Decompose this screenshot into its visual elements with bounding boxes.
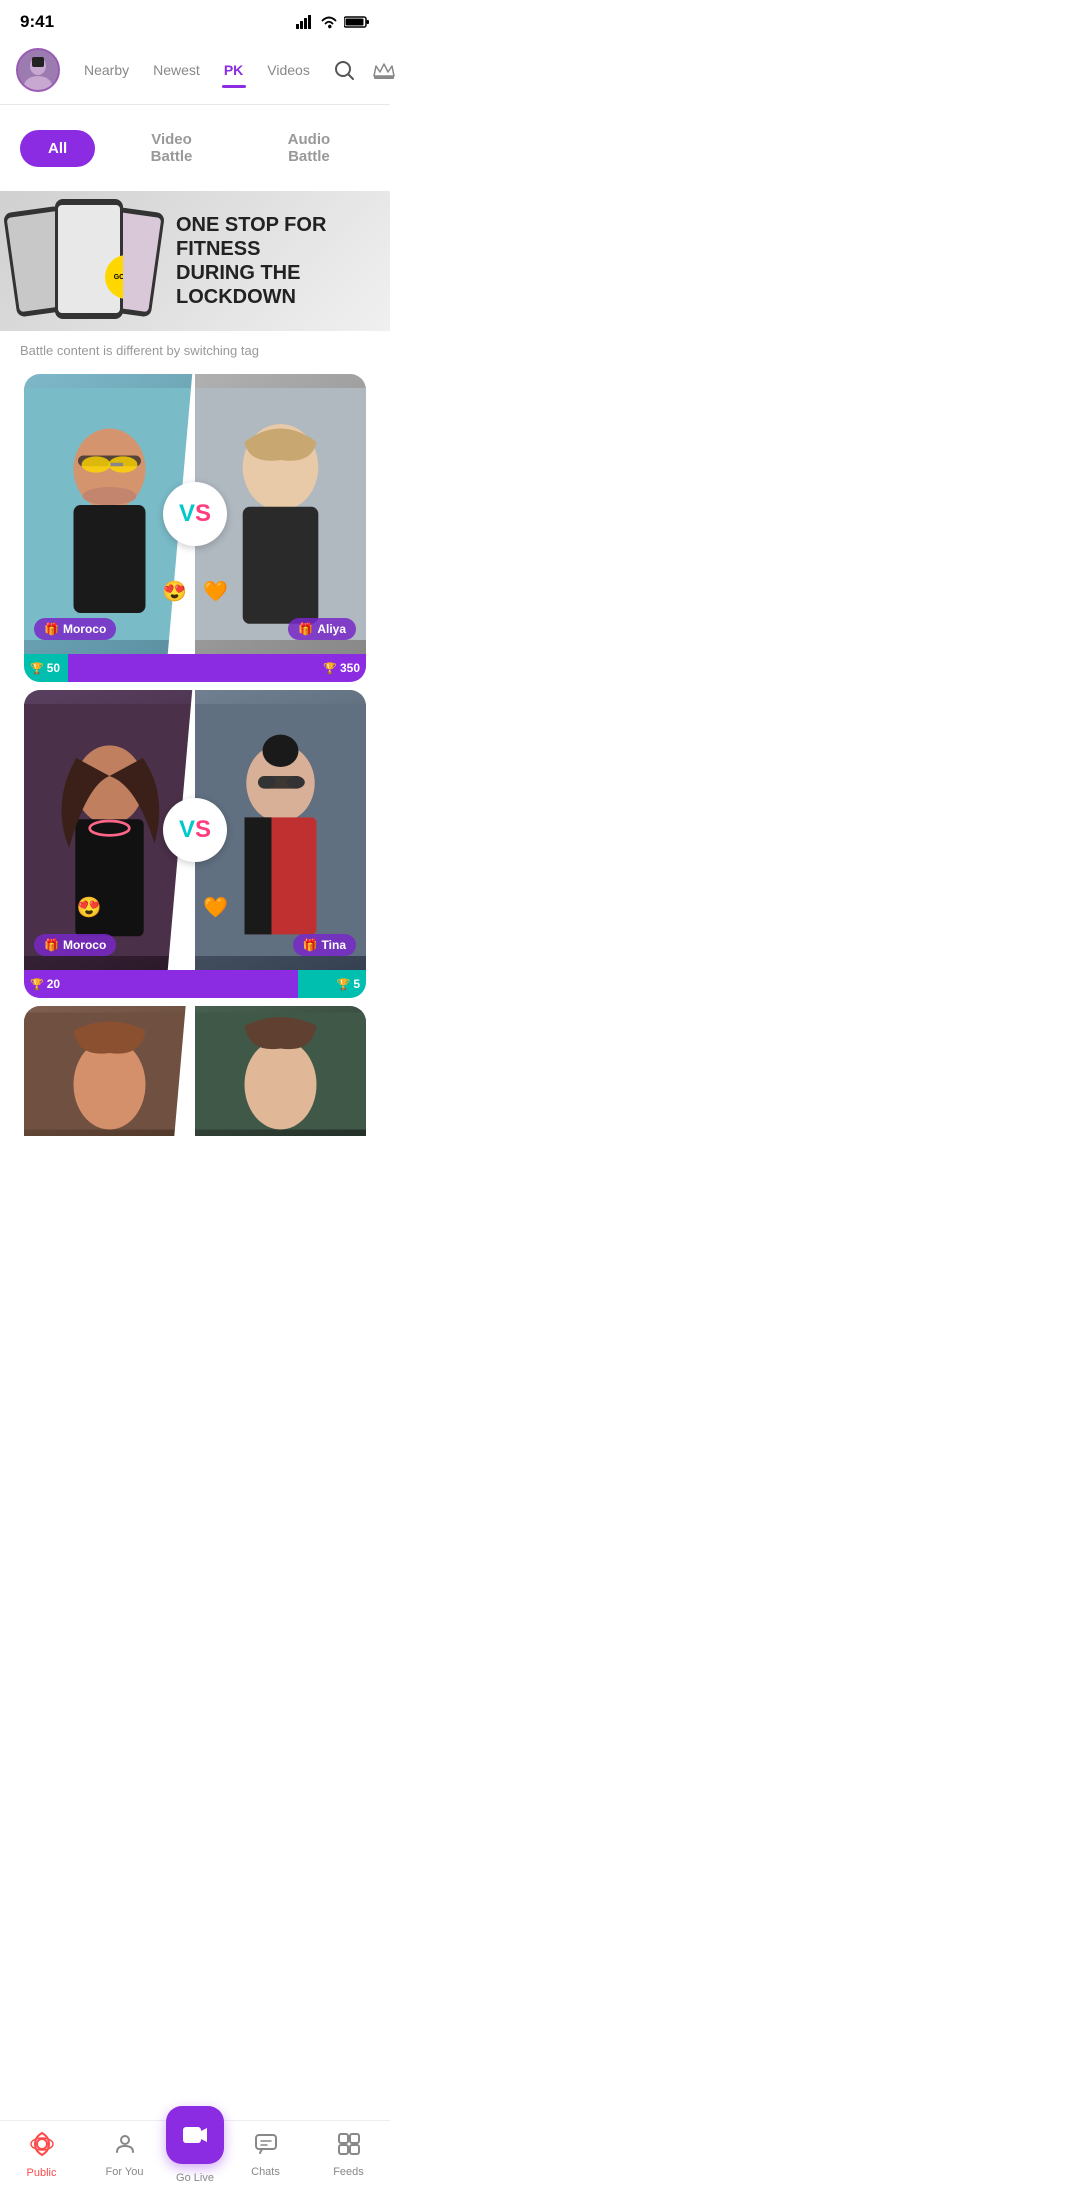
- feeds-label: Feeds: [333, 2166, 364, 2178]
- promo-banner[interactable]: GOLD'S ONE STOP FOR FITNESS DURING THE L…: [0, 191, 390, 331]
- score-right-bar-2: 🏆5: [298, 970, 366, 998]
- heart-emoji-1: 🧡: [203, 579, 228, 604]
- score-left-bar-1: 🏆50: [24, 654, 68, 682]
- status-icons: [296, 15, 370, 29]
- battle-image-row-3: [24, 1006, 366, 1136]
- nav-tab-for-you[interactable]: For You: [83, 2132, 166, 2178]
- woman-silhouette-6: [195, 1006, 366, 1136]
- left-name-badge-2: 🎁 Moroco: [34, 934, 116, 956]
- chats-label: Chats: [251, 2166, 280, 2178]
- battle-images-3: [24, 1006, 366, 1136]
- nav-tab-public[interactable]: Public: [0, 2131, 83, 2179]
- right-name-badge-1: 🎁 Aliya: [288, 618, 356, 640]
- filter-audio-battle-button[interactable]: Audio Battle: [248, 121, 370, 175]
- battle-image-row-2: 🎁 Moroco 😍 VS: [24, 690, 366, 970]
- score-bar-2: 🏆20 🏆5: [24, 970, 366, 998]
- bottom-nav: Public For You Go Live: [0, 2120, 390, 2200]
- for-you-icon: [113, 2132, 137, 2162]
- right-emoji-2: 🧡: [203, 895, 228, 920]
- banner-phones: GOLD'S: [0, 191, 160, 331]
- banner-headline-1: ONE STOP FOR FITNESS: [176, 213, 374, 261]
- status-bar: 9:41: [0, 0, 390, 40]
- chats-icon: [254, 2132, 278, 2162]
- tag-hint: Battle content is different by switching…: [0, 331, 390, 366]
- search-button[interactable]: [330, 56, 358, 84]
- avatar[interactable]: [16, 48, 60, 92]
- nav-item-videos[interactable]: Videos: [255, 58, 322, 82]
- public-label: Public: [27, 2167, 57, 2179]
- filter-video-battle-button[interactable]: Video Battle: [111, 121, 232, 175]
- scroll-content: GOLD'S ONE STOP FOR FITNESS DURING THE L…: [0, 191, 390, 1234]
- nav-header: Nearby Newest PK Videos: [0, 40, 390, 104]
- right-name-1: Aliya: [317, 622, 346, 636]
- status-time: 9:41: [20, 12, 54, 32]
- woman-silhouette-5: [24, 1006, 195, 1136]
- vs-badge-1: VS: [163, 482, 227, 546]
- wifi-icon: [320, 15, 338, 29]
- filter-all-button[interactable]: All: [20, 130, 95, 167]
- nav-icon-group: [330, 56, 398, 84]
- battle-card-3[interactable]: [12, 1006, 378, 1136]
- battle-left-image-3: [24, 1006, 195, 1136]
- right-name-badge-2: 🎁 Tina: [293, 934, 356, 956]
- battle-card-1[interactable]: 🎁 Moroco VS: [12, 374, 378, 682]
- for-you-label: For You: [106, 2166, 144, 2178]
- battle-images-2: 🎁 Moroco 😍 VS: [24, 690, 366, 998]
- public-icon: [29, 2131, 55, 2163]
- feeds-icon: [337, 2132, 361, 2162]
- battle-image-row-1: 🎁 Moroco VS: [24, 374, 366, 654]
- nav-tab-chats[interactable]: Chats: [224, 2132, 307, 2178]
- signal-icon: [296, 15, 314, 29]
- battle-right-image-3: [195, 1006, 366, 1136]
- nav-item-newest[interactable]: Newest: [141, 58, 212, 82]
- nav-item-pk[interactable]: PK: [212, 58, 255, 82]
- battle-card-2[interactable]: 🎁 Moroco 😍 VS: [12, 690, 378, 998]
- phone-center: GOLD'S: [55, 199, 123, 319]
- score-bar-1: 🏆50 🏆350: [24, 654, 366, 682]
- score-left-bar-2: 🏆20: [24, 970, 298, 998]
- nav-tab-feeds[interactable]: Feeds: [307, 2132, 390, 2178]
- left-emoji-1: 😍: [162, 579, 187, 604]
- go-live-label: Go Live: [176, 2172, 214, 2184]
- nav-item-nearby[interactable]: Nearby: [72, 58, 141, 82]
- left-name-1: Moroco: [63, 622, 106, 636]
- banner-text: ONE STOP FOR FITNESS DURING THE LOCKDOWN: [160, 201, 390, 321]
- score-right-bar-1: 🏆350: [68, 654, 366, 682]
- right-name-2: Tina: [322, 938, 346, 952]
- left-emoji-2: 😍: [77, 895, 102, 920]
- nav-items: Nearby Newest PK Videos: [72, 58, 322, 82]
- battle-images-1: 🎁 Moroco VS: [24, 374, 366, 682]
- left-name-badge-1: 🎁 Moroco: [34, 618, 116, 640]
- go-live-button[interactable]: [166, 2106, 224, 2164]
- vs-badge-2: VS: [163, 798, 227, 862]
- nav-tab-go-live[interactable]: Go Live: [166, 2126, 224, 2184]
- filter-tabs: All Video Battle Audio Battle: [0, 105, 390, 191]
- left-name-2: Moroco: [63, 938, 106, 952]
- banner-headline-2: DURING THE LOCKDOWN: [176, 261, 374, 309]
- crown-button[interactable]: [370, 56, 398, 84]
- battery-icon: [344, 15, 370, 29]
